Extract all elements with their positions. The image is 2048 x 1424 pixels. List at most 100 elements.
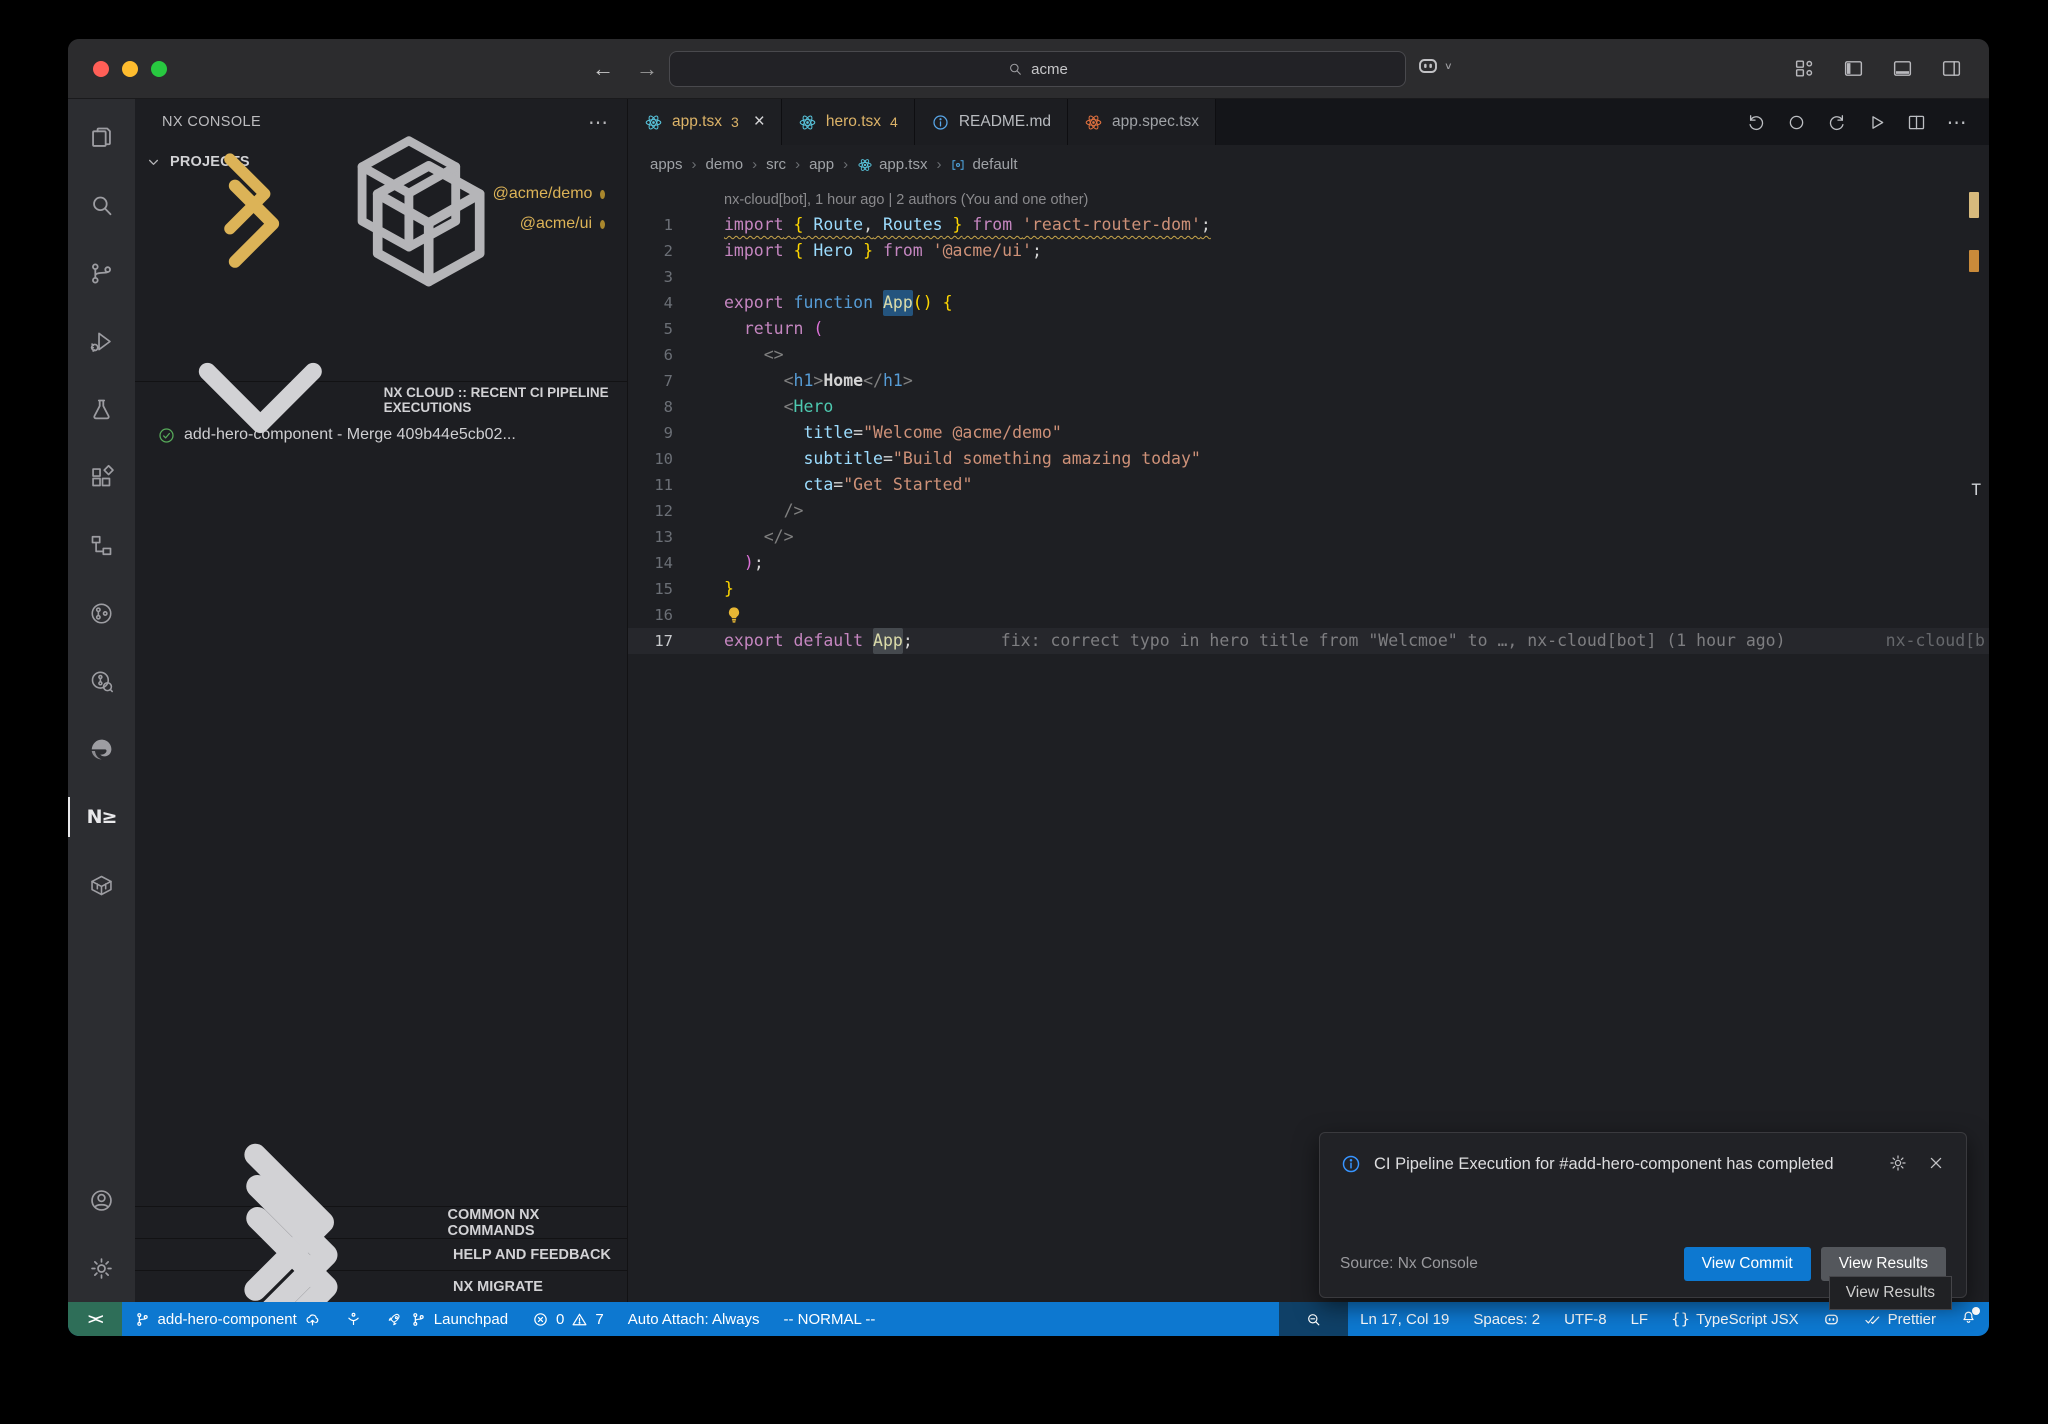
status-branch-status[interactable]: add-hero-component — [122, 1302, 333, 1336]
git-graph-icon — [345, 1311, 362, 1328]
section-nx-migrate[interactable]: NX MIGRATE — [135, 1270, 627, 1302]
line-number: 6 — [628, 342, 691, 368]
breadcrumb-item-app-tsx[interactable]: app.tsx — [857, 156, 927, 173]
status-indentation[interactable]: Spaces: 2 — [1461, 1302, 1552, 1336]
view-commit-button[interactable]: View Commit — [1684, 1247, 1811, 1281]
toggle-secondary-sidebar-icon[interactable] — [1940, 57, 1963, 80]
breadcrumb-item-apps[interactable]: apps — [650, 156, 683, 173]
status-launchpad[interactable]: Launchpad — [374, 1302, 520, 1336]
activity-item-pull-requests[interactable] — [68, 579, 135, 647]
activity-item-source-control[interactable] — [68, 239, 135, 307]
code-line-12[interactable]: 12 /> — [628, 498, 1989, 524]
code-line-14[interactable]: 14 ); — [628, 550, 1989, 576]
code-line-16[interactable]: 16 — [628, 602, 1989, 628]
status-cursor-position[interactable]: Ln 17, Col 19 — [1348, 1302, 1461, 1336]
tab-app-tsx[interactable]: app.tsx3× — [628, 99, 782, 145]
project-item[interactable]: @acme/ui — [135, 209, 627, 239]
activity-item-accounts[interactable] — [68, 1166, 135, 1234]
nx-cloud-section-header[interactable]: NX CLOUD :: RECENT CI PIPELINE EXECUTION… — [135, 381, 627, 418]
line-number: 14 — [628, 550, 691, 576]
code-line-13[interactable]: 13 </> — [628, 524, 1989, 550]
status-remote-indicator[interactable]: >< — [68, 1302, 122, 1336]
close-tab-icon[interactable]: × — [754, 111, 765, 133]
code-line-3[interactable]: 3 — [628, 264, 1989, 290]
line-content: export function App() { — [691, 290, 953, 316]
breadcrumb-separator: › — [692, 156, 697, 173]
copilot-menu[interactable]: ∨ — [1416, 54, 1453, 78]
code-line-1[interactable]: 1import { Route, Routes } from 'react-ro… — [628, 212, 1989, 238]
pipeline-execution-item[interactable]: add-hero-component - Merge 409b44e5cb02.… — [135, 418, 627, 452]
activity-item-gitlens[interactable] — [68, 647, 135, 715]
activity-item-settings[interactable] — [68, 1234, 135, 1302]
activity-item-explorer[interactable] — [68, 103, 135, 171]
code-line-17[interactable]: 17export default App;fix: correct typo i… — [628, 628, 1989, 654]
activity-item-nx-console[interactable]: N≥ — [68, 783, 135, 851]
activity-item-search[interactable] — [68, 171, 135, 239]
line-number: 9 — [628, 420, 691, 446]
status-problems[interactable]: 07 — [520, 1302, 616, 1336]
activity-item-edge-tools[interactable] — [68, 715, 135, 783]
status-language-mode[interactable]: {}TypeScript JSX — [1660, 1302, 1811, 1336]
prcircle-icon — [88, 600, 115, 627]
status-vim-mode[interactable]: -- NORMAL -- — [771, 1302, 887, 1336]
activity-item-containers[interactable] — [68, 851, 135, 919]
code-line-8[interactable]: 8 <Hero — [628, 394, 1989, 420]
code-line-10[interactable]: 10 subtitle="Build something amazing tod… — [628, 446, 1989, 472]
double-check-icon — [1864, 1311, 1881, 1328]
status-label: 0 — [556, 1311, 564, 1328]
code-line-9[interactable]: 9 title="Welcome @acme/demo" — [628, 420, 1989, 446]
zoom-window-button[interactable] — [151, 61, 167, 77]
code-line-7[interactable]: 7 <h1>Home</h1> — [628, 368, 1989, 394]
code-line-4[interactable]: 4export function App() { — [628, 290, 1989, 316]
close-window-button[interactable] — [93, 61, 109, 77]
editor-group: app.tsx3×hero.tsx4README.mdapp.spec.tsx … — [628, 99, 1989, 1302]
breadcrumb-item-demo[interactable]: demo — [706, 156, 744, 173]
chevron-down-icon: ∨ — [1444, 60, 1453, 71]
toggle-primary-sidebar-icon[interactable] — [1842, 57, 1865, 80]
breadcrumb-item-app[interactable]: app — [809, 156, 834, 173]
status-git-graph[interactable] — [333, 1302, 374, 1336]
code-line-6[interactable]: 6 <> — [628, 342, 1989, 368]
navigate-forward-icon[interactable] — [1826, 112, 1847, 133]
breadcrumb-item-src[interactable]: src — [766, 156, 786, 173]
more-actions-icon[interactable]: ⋯ — [1946, 112, 1967, 133]
status-encoding[interactable]: UTF-8 — [1552, 1302, 1619, 1336]
status-label: add-hero-component — [158, 1311, 297, 1328]
status-eol[interactable]: LF — [1619, 1302, 1661, 1336]
activity-item-run-and-debug[interactable] — [68, 307, 135, 375]
tab-hero-tsx[interactable]: hero.tsx4 — [782, 99, 915, 145]
nx-cloud-header-label: NX CLOUD :: RECENT CI PIPELINE EXECUTION… — [384, 385, 627, 415]
code-line-5[interactable]: 5 return ( — [628, 316, 1989, 342]
record-icon[interactable] — [1786, 112, 1807, 133]
activity-item-testing[interactable] — [68, 375, 135, 443]
gear-icon[interactable] — [1888, 1153, 1908, 1173]
breadcrumb-label: app.tsx — [879, 156, 927, 173]
tab-app-spec-tsx[interactable]: app.spec.tsx — [1068, 99, 1216, 145]
tab-README-md[interactable]: README.md — [915, 99, 1068, 145]
more-actions-icon[interactable]: ⋯ — [588, 110, 609, 135]
code-line-11[interactable]: 11 cta="Get Started" — [628, 472, 1989, 498]
customize-layout-icon[interactable] — [1793, 57, 1816, 80]
lightbulb-icon[interactable] — [724, 605, 744, 625]
navigate-forward-icon[interactable]: → — [636, 56, 658, 82]
status-auto-attach[interactable]: Auto Attach: Always — [616, 1302, 772, 1336]
bell-icon — [1960, 1309, 1977, 1326]
minimize-window-button[interactable] — [122, 61, 138, 77]
status-notifications-bell[interactable] — [1948, 1302, 1989, 1336]
code-line-2[interactable]: 2import { Hero } from '@acme/ui'; — [628, 238, 1989, 264]
activity-item-type-hierarchy[interactable] — [68, 511, 135, 579]
activity-item-extensions[interactable] — [68, 443, 135, 511]
code-line-15[interactable]: 15} — [628, 576, 1989, 602]
status-zoom-indicator[interactable] — [1279, 1302, 1348, 1336]
line-content: /> — [691, 498, 803, 524]
breadcrumb-item-default[interactable]: default — [950, 156, 1017, 173]
navigate-back-icon[interactable] — [1746, 112, 1767, 133]
split-editor-icon[interactable] — [1906, 112, 1927, 133]
command-center-search[interactable]: acme — [669, 51, 1406, 87]
run-file-icon[interactable] — [1866, 112, 1887, 133]
search-icon — [1007, 61, 1023, 77]
cloud-upload-icon — [304, 1311, 321, 1328]
toggle-panel-icon[interactable] — [1891, 57, 1914, 80]
close-icon[interactable] — [1926, 1153, 1946, 1173]
navigate-back-icon[interactable]: ← — [592, 56, 614, 82]
